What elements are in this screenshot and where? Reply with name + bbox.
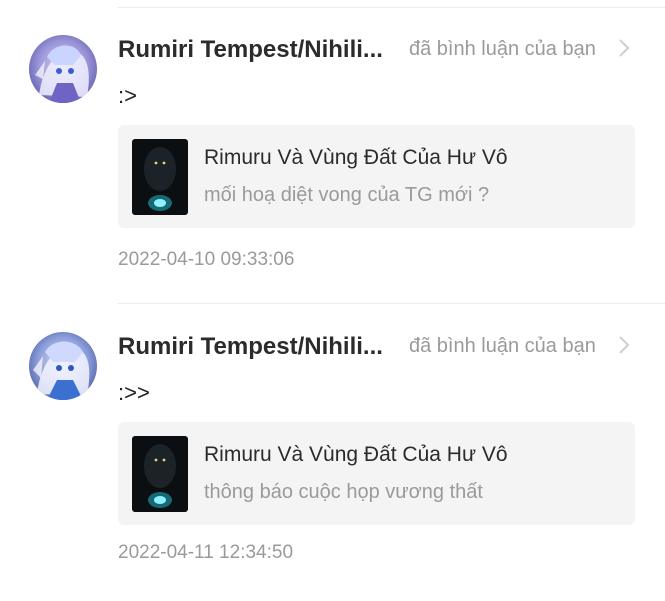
- commenter-name[interactable]: Rumiri Tempest/Nihili...: [118, 333, 398, 361]
- avatar[interactable]: [29, 332, 97, 400]
- action-text: đã bình luận của bạn: [409, 38, 596, 60]
- story-card[interactable]: Rimuru Và Vùng Đất Của Hư Vô thông báo c…: [118, 422, 635, 525]
- story-card[interactable]: Rimuru Và Vùng Đất Của Hư Vô mối hoạ diệ…: [118, 125, 635, 228]
- notification-item[interactable]: Rumiri Tempest/Nihili... đã bình luận củ…: [0, 304, 665, 601]
- story-thumbnail: [132, 139, 188, 215]
- story-cover-thumbnail: [132, 436, 188, 512]
- action-text: đã bình luận của bạn: [409, 335, 596, 357]
- commenter-name[interactable]: Rumiri Tempest/Nihili...: [118, 36, 398, 64]
- comment-subject: mối hoạ diệt vong của TG mới ?: [204, 184, 490, 206]
- chevron-right-icon[interactable]: [613, 333, 635, 357]
- avatar[interactable]: [29, 35, 97, 103]
- timestamp: 2022-04-11 12:34:50: [118, 542, 294, 563]
- anime-avatar-icon: [29, 35, 97, 103]
- story-title: Rimuru Và Vùng Đất Của Hư Vô: [204, 443, 508, 466]
- story-thumbnail: [132, 436, 188, 512]
- comment-subject: thông báo cuộc họp vương thất: [204, 481, 483, 503]
- comment-text: :>: [118, 83, 137, 108]
- timestamp: 2022-04-10 09:33:06: [118, 249, 295, 270]
- story-cover-thumbnail: [132, 139, 188, 215]
- notification-item[interactable]: Rumiri Tempest/Nihili... đã bình luận củ…: [0, 7, 665, 304]
- chevron-right-icon[interactable]: [613, 36, 635, 60]
- comment-text: :>>: [118, 380, 150, 405]
- story-title: Rimuru Và Vùng Đất Của Hư Vô: [204, 146, 508, 169]
- anime-avatar-icon: [29, 332, 97, 400]
